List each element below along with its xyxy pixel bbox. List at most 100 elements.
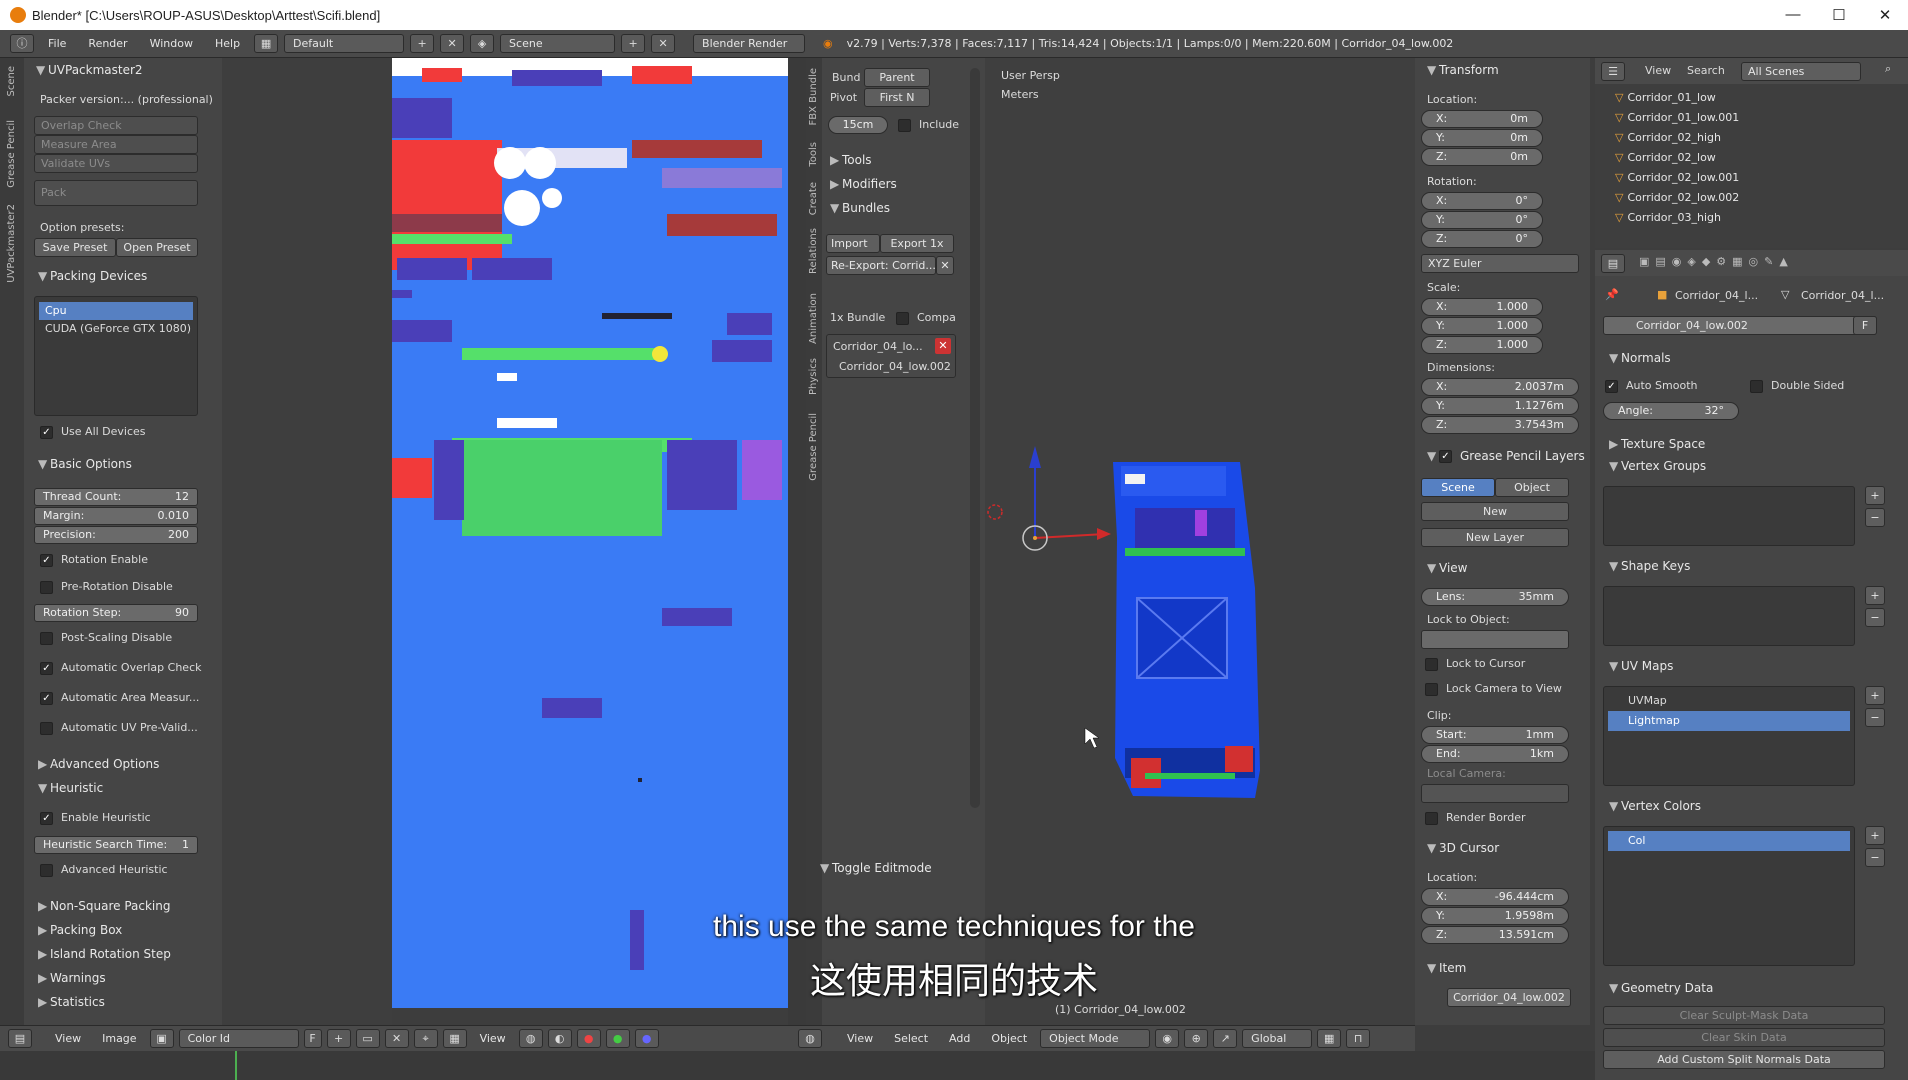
location-x-field[interactable]: X: 0m <box>1421 110 1543 128</box>
enable-heuristic-checkbox[interactable]: Enable Heuristic <box>40 810 151 828</box>
add-custom-normals-button[interactable]: Add Custom Split Normals Data <box>1603 1050 1885 1069</box>
view-header[interactable]: ▼ View <box>1419 558 1467 578</box>
bundles-section-header[interactable]: ▼ Bundles <box>822 198 890 218</box>
shading-icon[interactable]: ◉ <box>1155 1029 1180 1048</box>
scale-z-field[interactable]: Z: 1.000 <box>1421 336 1543 354</box>
uv-editor-scrollbar[interactable] <box>788 58 806 1025</box>
vertex-color-item[interactable]: Col <box>1608 831 1850 851</box>
remove-vertex-group-button[interactable]: − <box>1865 508 1885 527</box>
uv-editor-type-icon[interactable]: ▤ <box>8 1029 32 1048</box>
double-sided-checkbox[interactable]: Double Sided <box>1750 378 1844 396</box>
3d-menu-view[interactable]: View <box>839 1032 881 1045</box>
uv-menu-view2[interactable]: View <box>472 1032 514 1045</box>
use-all-devices-checkbox[interactable]: Use All Devices <box>40 424 146 442</box>
validate-uvs-button[interactable]: Validate UVs <box>34 154 198 173</box>
color-green-icon[interactable]: ● <box>605 1029 630 1048</box>
maximize-button[interactable]: ☐ <box>1816 6 1862 24</box>
view-mode-icon[interactable]: ▦ <box>442 1029 467 1048</box>
3d-viewport[interactable]: User Persp Meters (1) Corridor_04_low.00… <box>985 58 1415 1028</box>
normals-header[interactable]: ▼ Normals <box>1601 348 1671 368</box>
uv-maps-header[interactable]: ▼ UV Maps <box>1601 656 1673 676</box>
shape-keys-header[interactable]: ▼ Shape Keys <box>1601 556 1690 576</box>
dimension-y-field[interactable]: Y: 1.1276m <box>1421 397 1579 415</box>
uv-menu-image[interactable]: Image <box>94 1032 144 1045</box>
lock-camera-checkbox[interactable]: Lock Camera to View <box>1425 681 1562 699</box>
grease-pencil-layers-header[interactable]: ▼Grease Pencil Layers <box>1419 446 1585 466</box>
local-camera-field[interactable] <box>1421 784 1569 803</box>
tab-physics[interactable]: Physics <box>808 358 819 395</box>
export-button[interactable]: Export 1x <box>880 234 954 253</box>
uv-map-item-selected[interactable]: Lightmap <box>1608 711 1850 731</box>
3d-cursor-header[interactable]: ▼ 3D Cursor <box>1419 838 1499 858</box>
display-channels-icon[interactable]: ◍ <box>518 1029 543 1048</box>
manipulator-icon[interactable]: ↗ <box>1213 1029 1238 1048</box>
clear-sculpt-mask-button[interactable]: Clear Sculpt-Mask Data <box>1603 1006 1885 1025</box>
location-y-field[interactable]: Y: 0m <box>1421 129 1543 147</box>
mesh-fake-user-button[interactable]: F <box>1853 316 1877 335</box>
outliner-item[interactable]: ▽ Corridor_03_high <box>1615 208 1721 228</box>
open-image-button[interactable]: ▭ <box>355 1029 380 1048</box>
heuristic-time-field[interactable]: Heuristic Search Time: 1 <box>34 836 198 854</box>
outliner-item[interactable]: ▽ Corridor_01_low <box>1615 88 1716 108</box>
snap-icon[interactable]: ⊓ <box>1346 1029 1371 1048</box>
gp-new-button[interactable]: New <box>1421 502 1569 521</box>
cursor-x-field[interactable]: X: -96.444cm <box>1421 888 1569 906</box>
tab-scene[interactable]: Scene <box>6 66 17 97</box>
3d-menu-object[interactable]: Object <box>983 1032 1035 1045</box>
lens-field[interactable]: Lens: 35mm <box>1421 588 1569 606</box>
angle-field[interactable]: Angle: 32° <box>1603 402 1739 420</box>
outliner-item[interactable]: ▽ Corridor_01_low.001 <box>1615 108 1739 128</box>
auto-smooth-checkbox[interactable]: Auto Smooth <box>1605 378 1697 396</box>
texture-space-header[interactable]: ▶ Texture Space <box>1601 434 1705 454</box>
add-scene-button[interactable]: + <box>621 34 646 53</box>
tab-fbx-bundle[interactable]: FBX Bundle <box>808 68 819 125</box>
parent-selector[interactable]: Parent <box>864 68 930 87</box>
heuristic-header[interactable]: ▼ Heuristic <box>30 778 103 798</box>
vertex-groups-header[interactable]: ▼ Vertex Groups <box>1601 456 1706 476</box>
3d-editor-type-icon[interactable]: ◍ <box>798 1029 822 1048</box>
menu-help[interactable]: Help <box>207 37 248 50</box>
reexport-button[interactable]: Re-Export: Corrid... <box>826 256 936 275</box>
color-red-icon[interactable]: ● <box>576 1029 601 1048</box>
render-engine-selector[interactable]: Blender Render <box>693 34 806 53</box>
remove-shape-key-button[interactable]: − <box>1865 608 1885 627</box>
layers-icon[interactable]: ▦ <box>1317 1029 1342 1048</box>
uvpackmaster-header[interactable]: ▼ UVPackmaster2 <box>28 60 143 80</box>
device-item[interactable]: Cpu <box>39 302 193 320</box>
lock-to-cursor-checkbox[interactable]: Lock to Cursor <box>1425 656 1525 674</box>
device-item[interactable]: CUDA (GeForce GTX 1080) <box>35 320 197 338</box>
outliner-menu-search[interactable]: Search <box>1687 63 1725 81</box>
vertex-colors-header[interactable]: ▼ Vertex Colors <box>1601 796 1701 816</box>
dimension-z-field[interactable]: Z: 3.7543m <box>1421 416 1579 434</box>
overlap-check-button[interactable]: Overlap Check <box>34 116 198 135</box>
outliner-item[interactable]: ▽ Corridor_02_low.002 <box>1615 188 1739 208</box>
post-scaling-disable-checkbox[interactable]: Post-Scaling Disable <box>40 630 172 648</box>
clip-end-field[interactable]: End: 1km <box>1421 745 1569 763</box>
remove-vertex-color-button[interactable]: − <box>1865 848 1885 867</box>
location-z-field[interactable]: Z: 0m <box>1421 148 1543 166</box>
modifiers-section-header[interactable]: ▶ Modifiers <box>822 174 897 194</box>
current-frame-marker[interactable] <box>235 1051 237 1080</box>
toggle-editmode-header[interactable]: ▼ Toggle Editmode <box>812 858 932 878</box>
packing-devices-header[interactable]: ▼ Packing Devices <box>30 266 147 286</box>
uv-menu-view[interactable]: View <box>47 1032 89 1045</box>
vertex-groups-list[interactable] <box>1603 486 1855 546</box>
outliner-item[interactable]: ▽ Corridor_02_low.001 <box>1615 168 1739 188</box>
pivot-icon[interactable]: ⊕ <box>1184 1029 1209 1048</box>
tab-tools[interactable]: Tools <box>808 142 819 167</box>
tools-section-header[interactable]: ▶ Tools <box>822 150 872 170</box>
image-browse-icon[interactable]: ▣ <box>149 1029 174 1048</box>
image-fake-user-button[interactable]: F <box>303 1029 322 1048</box>
save-preset-button[interactable]: Save Preset <box>34 238 116 257</box>
outliner-item[interactable]: ▽ Corridor_02_low <box>1615 148 1716 168</box>
outliner-type-icon[interactable]: ☰ <box>1601 62 1625 81</box>
gp-new-layer-button[interactable]: New Layer <box>1421 528 1569 547</box>
include-checkbox[interactable]: Include <box>898 117 959 135</box>
mesh-name-field[interactable]: Corridor_04_low.002 <box>1603 316 1877 335</box>
tab-grease-pencil[interactable]: Grease Pencil <box>6 120 17 188</box>
precision-field[interactable]: Precision: 200 <box>34 526 198 544</box>
rotation-enable-checkbox[interactable]: Rotation Enable <box>40 552 148 570</box>
dimension-x-field[interactable]: X: 2.0037m <box>1421 378 1579 396</box>
gp-object-tab[interactable]: Object <box>1495 478 1569 497</box>
pre-rotation-disable-checkbox[interactable]: Pre-Rotation Disable <box>40 579 173 597</box>
